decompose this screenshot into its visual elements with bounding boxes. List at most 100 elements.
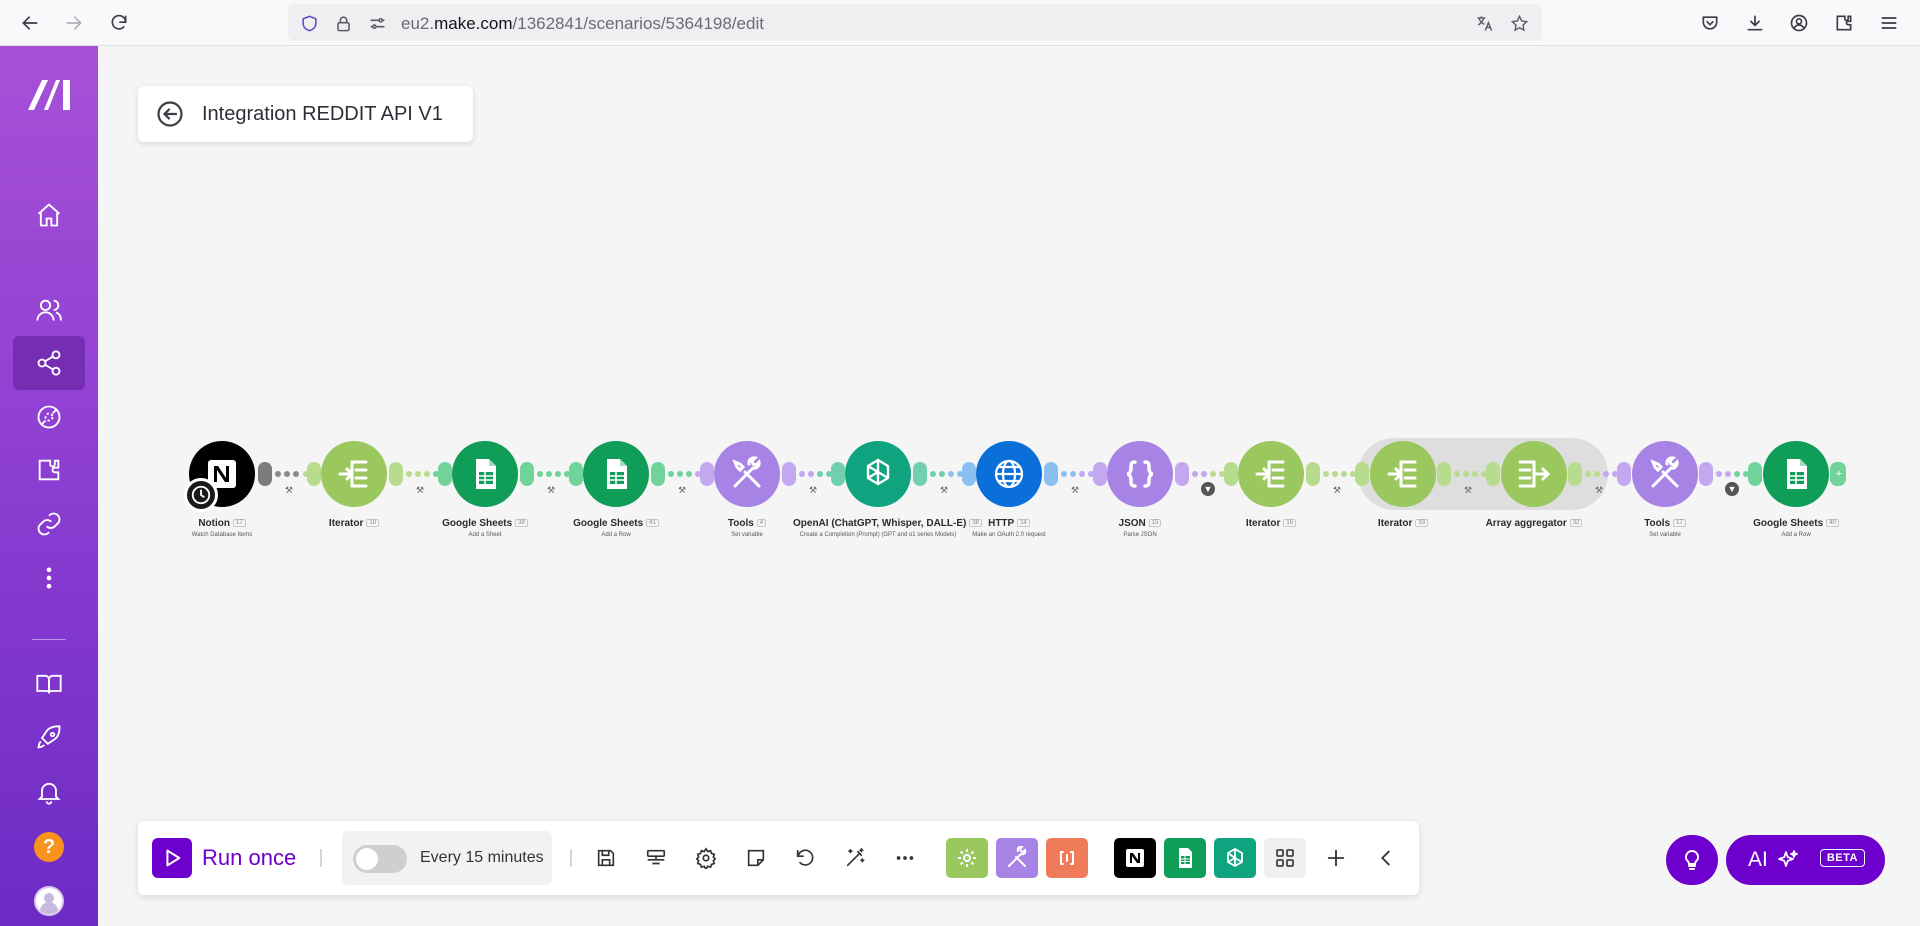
sidebar-connections[interactable] [13, 497, 85, 551]
undo-icon[interactable] [790, 843, 820, 873]
module-handle[interactable] [1093, 462, 1107, 486]
module-handle[interactable] [1224, 462, 1238, 486]
module-google-sheets[interactable] [583, 441, 649, 507]
connector-settings-icon[interactable]: ⚒ [547, 485, 555, 496]
module-handle[interactable] [913, 462, 927, 486]
downloads-icon[interactable] [1738, 6, 1772, 40]
ai-assistant-button[interactable]: AI BETA [1726, 835, 1885, 885]
run-once-button[interactable]: Run once [152, 838, 296, 878]
account-icon[interactable] [1782, 6, 1816, 40]
back-arrow-icon[interactable] [13, 6, 47, 40]
module-google-sheets[interactable] [452, 441, 518, 507]
reload-icon[interactable] [102, 6, 136, 40]
module-handle[interactable] [1306, 462, 1320, 486]
module-handle[interactable] [438, 462, 452, 486]
module-openai[interactable] [845, 441, 911, 507]
schedule-clock-icon[interactable] [184, 478, 218, 512]
schedule-label[interactable]: Every 15 minutes [420, 849, 544, 867]
avatar[interactable] [34, 886, 64, 916]
pocket-icon[interactable] [1693, 6, 1727, 40]
module-handle[interactable] [307, 462, 321, 486]
permissions-icon[interactable] [366, 12, 388, 34]
module-tools[interactable] [714, 441, 780, 507]
auto-align-wand-icon[interactable] [840, 843, 870, 873]
menu-hamburger-icon[interactable] [1872, 6, 1906, 40]
module-iterator[interactable] [321, 441, 387, 507]
module-handle[interactable] [389, 462, 403, 486]
url-text[interactable]: eu2.make.com/1362841/scenarios/5364198/e… [401, 14, 764, 34]
sidebar-templates[interactable] [13, 390, 85, 444]
module-handle[interactable] [258, 462, 272, 486]
sidebar-apps[interactable] [13, 443, 85, 497]
scenario-title[interactable]: Integration REDDIT API V1 [202, 103, 443, 126]
filter-icon[interactable]: ▼ [1201, 482, 1215, 496]
module-array-aggregator[interactable] [1501, 441, 1567, 507]
module-tools[interactable] [1632, 441, 1698, 507]
module-handle[interactable] [1617, 462, 1631, 486]
module-handle[interactable] [782, 462, 796, 486]
hints-lightbulb-button[interactable] [1666, 835, 1718, 885]
sidebar-notifications[interactable] [13, 765, 85, 819]
connector-settings-icon[interactable]: ⚒ [1071, 485, 1079, 496]
collapse-chevron-left-icon[interactable] [1371, 843, 1401, 873]
save-icon[interactable] [591, 843, 621, 873]
back-circle-arrow-icon[interactable] [156, 100, 184, 128]
notion-app[interactable] [1114, 838, 1156, 878]
connector-settings-icon[interactable]: ⚒ [1464, 485, 1472, 496]
module-handle[interactable] [831, 462, 845, 486]
notes-icon[interactable] [741, 843, 771, 873]
sidebar-home[interactable] [13, 188, 85, 242]
google-sheets-app[interactable] [1164, 838, 1206, 878]
make-logo-icon[interactable] [26, 76, 72, 112]
extensions-icon[interactable] [1827, 6, 1861, 40]
tools-app[interactable] [996, 838, 1038, 878]
sidebar-more[interactable] [13, 551, 85, 605]
module-handle[interactable] [1486, 462, 1500, 486]
module-iterator[interactable] [1370, 441, 1436, 507]
connector-settings-icon[interactable]: ⚒ [809, 485, 817, 496]
tracking-shield-icon[interactable] [298, 12, 320, 34]
all-apps-button[interactable] [1264, 838, 1306, 878]
lock-icon[interactable] [332, 12, 354, 34]
connector-settings-icon[interactable]: ⚒ [285, 485, 293, 496]
module-handle[interactable] [1437, 462, 1451, 486]
bookmark-star-icon[interactable] [1508, 12, 1530, 34]
filter-icon[interactable]: ▼ [1725, 482, 1739, 496]
more-horizontal-icon[interactable] [890, 843, 920, 873]
module-handle[interactable] [700, 462, 714, 486]
translate-icon[interactable] [1473, 12, 1495, 34]
module-handle[interactable] [1748, 462, 1762, 486]
openai-app[interactable] [1214, 838, 1256, 878]
connector-settings-icon[interactable]: ⚒ [678, 485, 686, 496]
module-iterator[interactable] [1238, 441, 1304, 507]
settings-gear-icon[interactable] [691, 843, 721, 873]
module-handle[interactable] [1175, 462, 1189, 486]
module-handle[interactable] [1568, 462, 1582, 486]
module-handle[interactable] [1044, 462, 1058, 486]
connector-settings-icon[interactable]: ⚒ [940, 485, 948, 496]
module-json[interactable] [1107, 441, 1173, 507]
module-handle[interactable] [520, 462, 534, 486]
schedule-toggle[interactable] [353, 845, 407, 873]
flow-control-app[interactable] [946, 838, 988, 878]
help-icon[interactable]: ? [34, 832, 64, 862]
connector-settings-icon[interactable]: ⚒ [1333, 485, 1341, 496]
module-handle[interactable] [962, 462, 976, 486]
scheduling-settings-icon[interactable] [641, 843, 671, 873]
add-module-handle[interactable]: + [1832, 462, 1846, 486]
forward-arrow-icon[interactable] [57, 6, 91, 40]
module-http[interactable] [976, 441, 1042, 507]
module-google-sheets[interactable] [1763, 441, 1829, 507]
module-handle[interactable] [569, 462, 583, 486]
address-bar[interactable]: eu2.make.com/1362841/scenarios/5364198/e… [288, 4, 1542, 41]
connector-settings-icon[interactable]: ⚒ [416, 485, 424, 496]
connector-settings-icon[interactable]: ⚒ [1595, 485, 1603, 496]
sidebar-organization[interactable] [13, 283, 85, 337]
sidebar-whats-new[interactable] [13, 711, 85, 765]
module-handle[interactable] [1699, 462, 1713, 486]
sidebar-scenarios[interactable] [13, 336, 85, 390]
add-plus-icon[interactable] [1321, 843, 1351, 873]
module-handle[interactable] [651, 462, 665, 486]
sidebar-docs[interactable] [13, 657, 85, 711]
module-handle[interactable] [1355, 462, 1369, 486]
